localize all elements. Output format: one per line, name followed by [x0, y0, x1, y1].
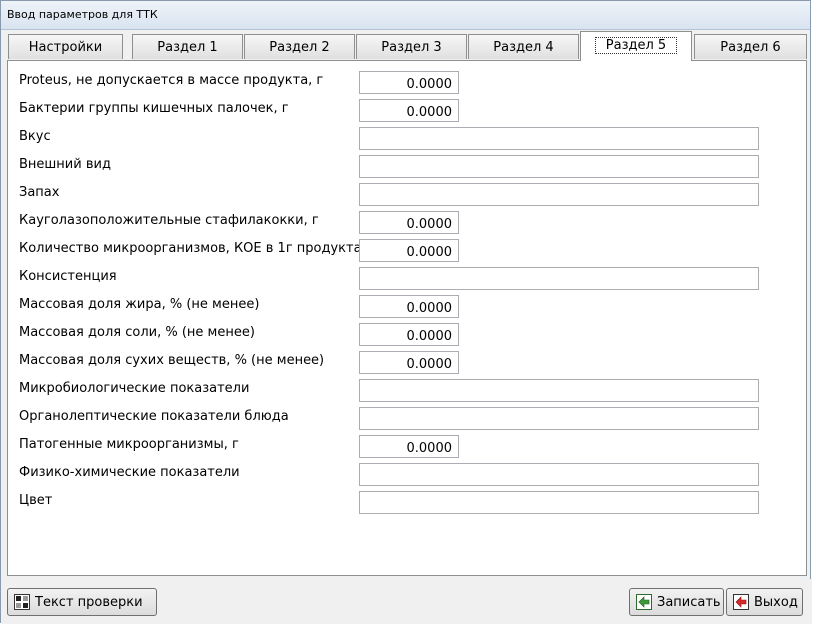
field-label: Вкус	[19, 129, 51, 144]
tab-section-2[interactable]: Раздел 2	[244, 34, 355, 59]
field-row-fat: Массовая доля жира, % (не менее)	[8, 295, 806, 319]
tab-label: Раздел 4	[493, 40, 554, 55]
pathogens-input[interactable]	[359, 435, 459, 458]
tab-section-4[interactable]: Раздел 4	[468, 34, 579, 59]
taste-input[interactable]	[359, 127, 759, 150]
field-row-pathogens: Патогенные микроорганизмы, г	[8, 435, 806, 459]
field-label: Кауголазоположительные стафилакокки, г	[19, 213, 319, 228]
salt-input[interactable]	[359, 323, 459, 346]
field-row-appearance: Внешний вид	[8, 155, 806, 179]
text-check-button[interactable]: Текст проверки	[7, 588, 157, 616]
field-row-salt: Массовая доля соли, % (не менее)	[8, 323, 806, 347]
fat-input[interactable]	[359, 295, 459, 318]
tab-section-6[interactable]: Раздел 6	[694, 34, 807, 59]
field-row-dry-matter: Массовая доля сухих веществ, % (не менее…	[8, 351, 806, 375]
field-label: Консистенция	[19, 269, 117, 284]
save-button[interactable]: Записать	[629, 588, 724, 616]
tab-label: Раздел 2	[269, 40, 330, 55]
exit-icon	[733, 594, 749, 610]
staphylococci-input[interactable]	[359, 211, 459, 234]
tab-label: Раздел 1	[157, 40, 218, 55]
physicochemical-input[interactable]	[359, 463, 759, 486]
field-row-color: Цвет	[8, 491, 806, 515]
field-label: Количество микроорганизмов, КОЕ в 1г про…	[19, 241, 362, 256]
text-check-icon	[14, 594, 30, 610]
tab-label: Раздел 5	[594, 37, 678, 54]
dry-matter-input[interactable]	[359, 351, 459, 374]
tab-settings[interactable]: Настройки	[8, 34, 123, 59]
save-label: Записать	[657, 594, 721, 610]
field-row-physicochemical: Физико-химические показатели	[8, 463, 806, 487]
microbiological-input[interactable]	[359, 379, 759, 402]
section-5-panel: Proteus, не допускается в массе продукта…	[7, 60, 807, 576]
organoleptic-input[interactable]	[359, 407, 759, 430]
field-row-staphylococci: Кауголазоположительные стафилакокки, г	[8, 211, 806, 235]
proteus-input[interactable]	[359, 71, 459, 94]
text-check-label: Текст проверки	[35, 594, 143, 610]
field-row-coliform: Бактерии группы кишечных палочек, г	[8, 99, 806, 123]
color-input[interactable]	[359, 491, 759, 514]
field-label: Физико-химические показатели	[19, 465, 240, 480]
tab-label: Настройки	[28, 40, 103, 55]
tab-section-3[interactable]: Раздел 3	[356, 34, 467, 59]
tab-strip: Настройки Раздел 1 Раздел 2 Раздел 3 Раз…	[5, 31, 811, 61]
title-bar[interactable]: Ввод параметров для ТТК	[1, 1, 810, 30]
button-bar: Текст проверки Записать Выход	[1, 579, 812, 624]
appearance-input[interactable]	[359, 155, 759, 178]
field-label: Proteus, не допускается в массе продукта…	[19, 73, 324, 88]
field-label: Цвет	[19, 493, 53, 508]
field-row-consistency: Консистенция	[8, 267, 806, 291]
field-label: Патогенные микроорганизмы, г	[19, 437, 239, 452]
field-label: Внешний вид	[19, 157, 111, 172]
window-title: Ввод параметров для ТТК	[7, 8, 158, 21]
field-label: Бактерии группы кишечных палочек, г	[19, 101, 289, 116]
coliform-input[interactable]	[359, 99, 459, 122]
smell-input[interactable]	[359, 183, 759, 206]
field-label: Массовая доля жира, % (не менее)	[19, 297, 260, 312]
field-label: Массовая доля сухих веществ, % (не менее…	[19, 353, 325, 368]
tab-label: Раздел 3	[381, 40, 442, 55]
microorganism-count-input[interactable]	[359, 239, 459, 262]
consistency-input[interactable]	[359, 267, 759, 290]
dialog-window: Ввод параметров для ТТК Настройки Раздел…	[0, 0, 812, 624]
field-row-microbiological: Микробиологические показатели	[8, 379, 806, 403]
field-row-smell: Запах	[8, 183, 806, 207]
field-label: Запах	[19, 185, 60, 200]
save-icon	[636, 594, 652, 610]
tab-label: Раздел 6	[720, 40, 781, 55]
field-row-taste: Вкус	[8, 127, 806, 151]
field-row-proteus: Proteus, не допускается в массе продукта…	[8, 71, 806, 95]
tab-section-1[interactable]: Раздел 1	[132, 34, 243, 59]
field-label: Массовая доля соли, % (не менее)	[19, 325, 255, 340]
field-label: Микробиологические показатели	[19, 381, 250, 396]
exit-label: Выход	[754, 594, 798, 610]
field-row-organoleptic: Органолептические показатели блюда	[8, 407, 806, 431]
exit-button[interactable]: Выход	[726, 588, 803, 616]
field-label: Органолептические показатели блюда	[19, 409, 289, 424]
tab-section-5[interactable]: Раздел 5	[580, 31, 692, 61]
field-row-microorganism-count: Количество микроорганизмов, КОЕ в 1г про…	[8, 239, 806, 263]
